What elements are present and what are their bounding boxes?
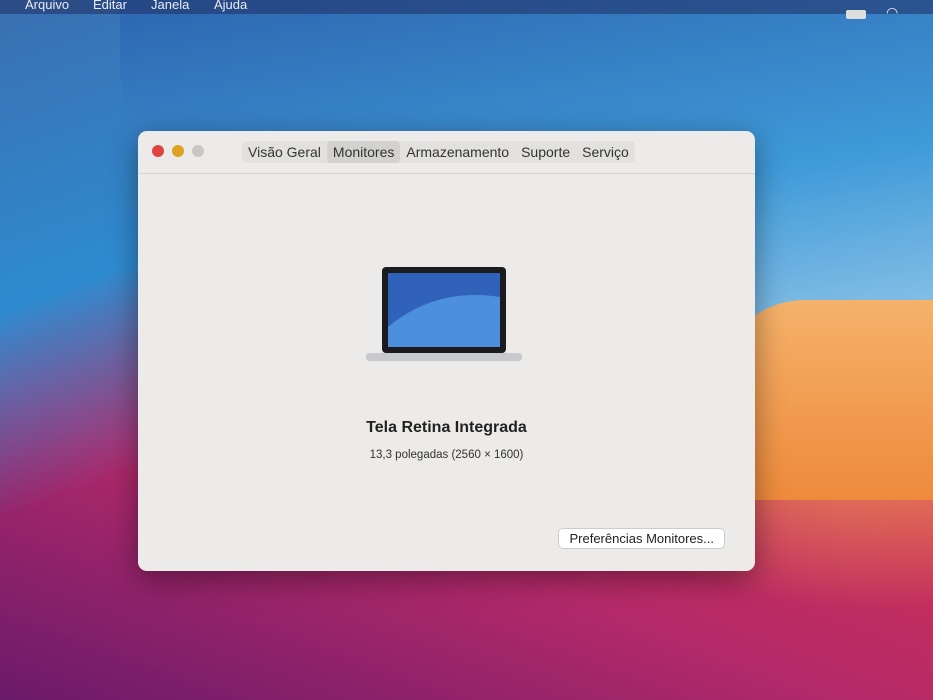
tab-monitores[interactable]: Monitores [326, 141, 401, 163]
menu-janela[interactable]: Janela [151, 0, 189, 12]
display-spec: 13,3 polegadas (2560 × 1600) [369, 449, 524, 461]
menu-bar: Arquivo Editar Janela Ajuda ◠ [0, 0, 933, 20]
tab-visao-geral[interactable]: Visão Geral [242, 141, 327, 163]
tab-armazenamento[interactable]: Armazenamento [400, 141, 515, 163]
wifi-icon[interactable]: ◠ [886, 4, 898, 21]
menu-editar[interactable]: Editar [93, 0, 127, 12]
about-this-mac-window: Visão Geral Monitores Armazenamento Supo… [138, 131, 755, 571]
zoom-button[interactable] [192, 145, 204, 157]
close-button[interactable] [152, 145, 164, 157]
display-name: Tela Retina Integrada [366, 419, 527, 436]
toolbar: Visão Geral Monitores Armazenamento Supo… [138, 131, 755, 174]
tab-servico[interactable]: Serviço [576, 141, 635, 163]
battery-icon[interactable] [846, 10, 866, 19]
display-preferences-button[interactable]: Preferências Monitores... [558, 528, 725, 549]
menu-ajuda[interactable]: Ajuda [214, 0, 247, 12]
tab-bar: Visão Geral Monitores Armazenamento Supo… [242, 141, 635, 163]
laptop-icon [366, 267, 522, 361]
tab-suporte[interactable]: Suporte [515, 141, 576, 163]
minimize-button[interactable] [172, 145, 184, 157]
menu-arquivo[interactable]: Arquivo [25, 0, 69, 12]
